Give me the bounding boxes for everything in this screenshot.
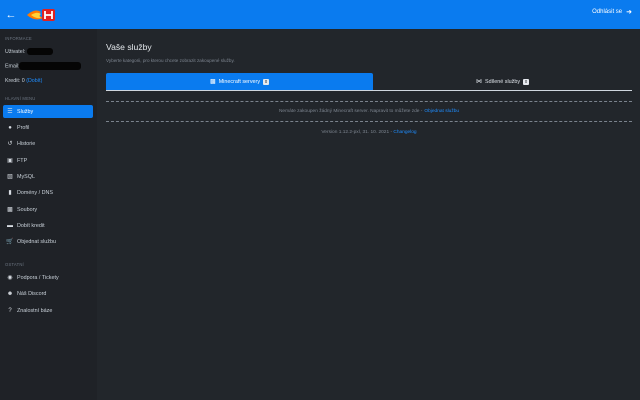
main-menu-heading: HLAVNÍ MENU <box>5 96 36 101</box>
history-icon: ↺ <box>7 141 13 147</box>
sidebar-item-discord[interactable]: ☻ Náš Discord <box>3 287 93 300</box>
other-heading: OSTATNÍ <box>5 262 24 267</box>
back-arrow-icon[interactable]: ← <box>5 9 17 21</box>
sidebar-item-label: Podpora / Tickety <box>17 274 59 281</box>
version-info: Version 1.12.2-pxl, 31. 10. 2021 - Chang… <box>106 130 632 135</box>
info-heading: INFORMACE <box>5 36 32 41</box>
sidebar-item-label: Znalostní báze <box>17 307 53 314</box>
folder-icon: ▩ <box>7 207 13 213</box>
sidebar: INFORMACE Uživatel: Email: Kredit: 0 (Do… <box>0 29 97 400</box>
empty-notice: Nemáte zakoupen žádný Minecraft server. … <box>106 101 632 122</box>
sidebar-item-ftp[interactable]: ▣ FTP <box>3 154 93 167</box>
support-icon: ◉ <box>7 275 13 281</box>
page-subtitle: Vyberte kategorii, pro kterou chcete zob… <box>106 58 235 63</box>
sidebar-item-label: Objednat službu <box>17 238 56 245</box>
sidebar-item-topup[interactable]: ▬ Dobít kredit <box>3 219 93 232</box>
count-badge: 0 <box>263 78 269 85</box>
redacted-username <box>26 48 53 55</box>
top-bar: ← Odhlásit se ➜ <box>0 0 640 29</box>
user-label: Uživatel: <box>5 48 26 55</box>
credit-label: Kredit: 0 <box>5 78 25 84</box>
page-title: Vaše služby <box>106 42 152 52</box>
share-icon: ⋈ <box>476 79 482 85</box>
sidebar-item-history[interactable]: ↺ Historie <box>3 137 93 150</box>
list-icon: ☰ <box>7 109 13 115</box>
bookmark-icon: ▮ <box>8 190 12 196</box>
database-icon: ▧ <box>7 174 13 180</box>
changelog-link[interactable]: Changelog <box>393 130 416 135</box>
sidebar-item-profile[interactable]: ● Profil <box>3 121 93 134</box>
sidebar-item-label: Služby <box>17 108 34 115</box>
redacted-email <box>19 62 82 70</box>
count-badge: 0 <box>523 78 529 85</box>
sidebar-item-label: Soubory <box>17 206 38 213</box>
question-icon: ? <box>8 307 12 314</box>
logout-label: Odhlásit se <box>592 9 623 15</box>
user-row: Uživatel: <box>5 48 53 55</box>
sidebar-item-label: MySQL <box>17 173 35 180</box>
user-icon: ● <box>8 124 12 131</box>
sidebar-item-label: Profil <box>17 124 30 131</box>
sign-out-icon: ➜ <box>626 9 632 16</box>
logout-button[interactable]: Odhlásit se ➜ <box>592 8 632 16</box>
credit-row: Kredit: 0 (Dobít) <box>5 78 42 84</box>
sidebar-item-mysql[interactable]: ▧ MySQL <box>3 170 93 183</box>
sidebar-item-label: FTP <box>17 157 28 164</box>
server-icon: ▩ <box>210 79 216 85</box>
tab-minecraft-servers[interactable]: ▩ Minecraft servery 0 <box>106 73 373 90</box>
sidebar-item-support[interactable]: ◉ Podpora / Tickety <box>3 271 93 284</box>
sidebar-item-label: Náš Discord <box>17 290 47 297</box>
ftp-icon: ▣ <box>7 158 13 164</box>
sidebar-item-knowledge-base[interactable]: ? Znalostní báze <box>3 304 93 317</box>
tab-shared-services[interactable]: ⋈ Sdílené služby 0 <box>373 73 632 90</box>
sidebar-item-label: Dobít kredit <box>17 222 45 229</box>
logo[interactable] <box>25 6 57 24</box>
tab-label: Sdílené služby <box>485 78 521 85</box>
notice-text: Nemáte zakoupen žádný Minecraft server. … <box>278 109 423 114</box>
sidebar-item-order[interactable]: 🛒 Objednat službu <box>3 235 93 248</box>
wallet-icon: ▬ <box>7 222 13 229</box>
cart-icon: 🛒 <box>6 239 14 245</box>
tab-label: Minecraft servery <box>218 78 261 85</box>
version-text: Version 1.12.2-pxl, 31. 10. 2021 - <box>321 130 393 135</box>
sidebar-item-domains[interactable]: ▮ Domény / DNS <box>3 186 93 199</box>
sidebar-item-label: Domény / DNS <box>17 189 53 196</box>
email-row: Email: <box>5 62 82 70</box>
sidebar-item-files[interactable]: ▩ Soubory <box>3 203 93 216</box>
email-label: Email: <box>5 63 20 70</box>
topup-link[interactable]: (Dobít) <box>26 78 42 84</box>
order-service-link[interactable]: Objednat službu <box>424 109 459 114</box>
sidebar-item-services[interactable]: ☰ Služby <box>3 105 93 118</box>
sidebar-item-label: Historie <box>17 140 36 147</box>
tab-bar: ▩ Minecraft servery 0 ⋈ Sdílené služby 0 <box>106 73 632 91</box>
discord-icon: ☻ <box>6 290 14 297</box>
